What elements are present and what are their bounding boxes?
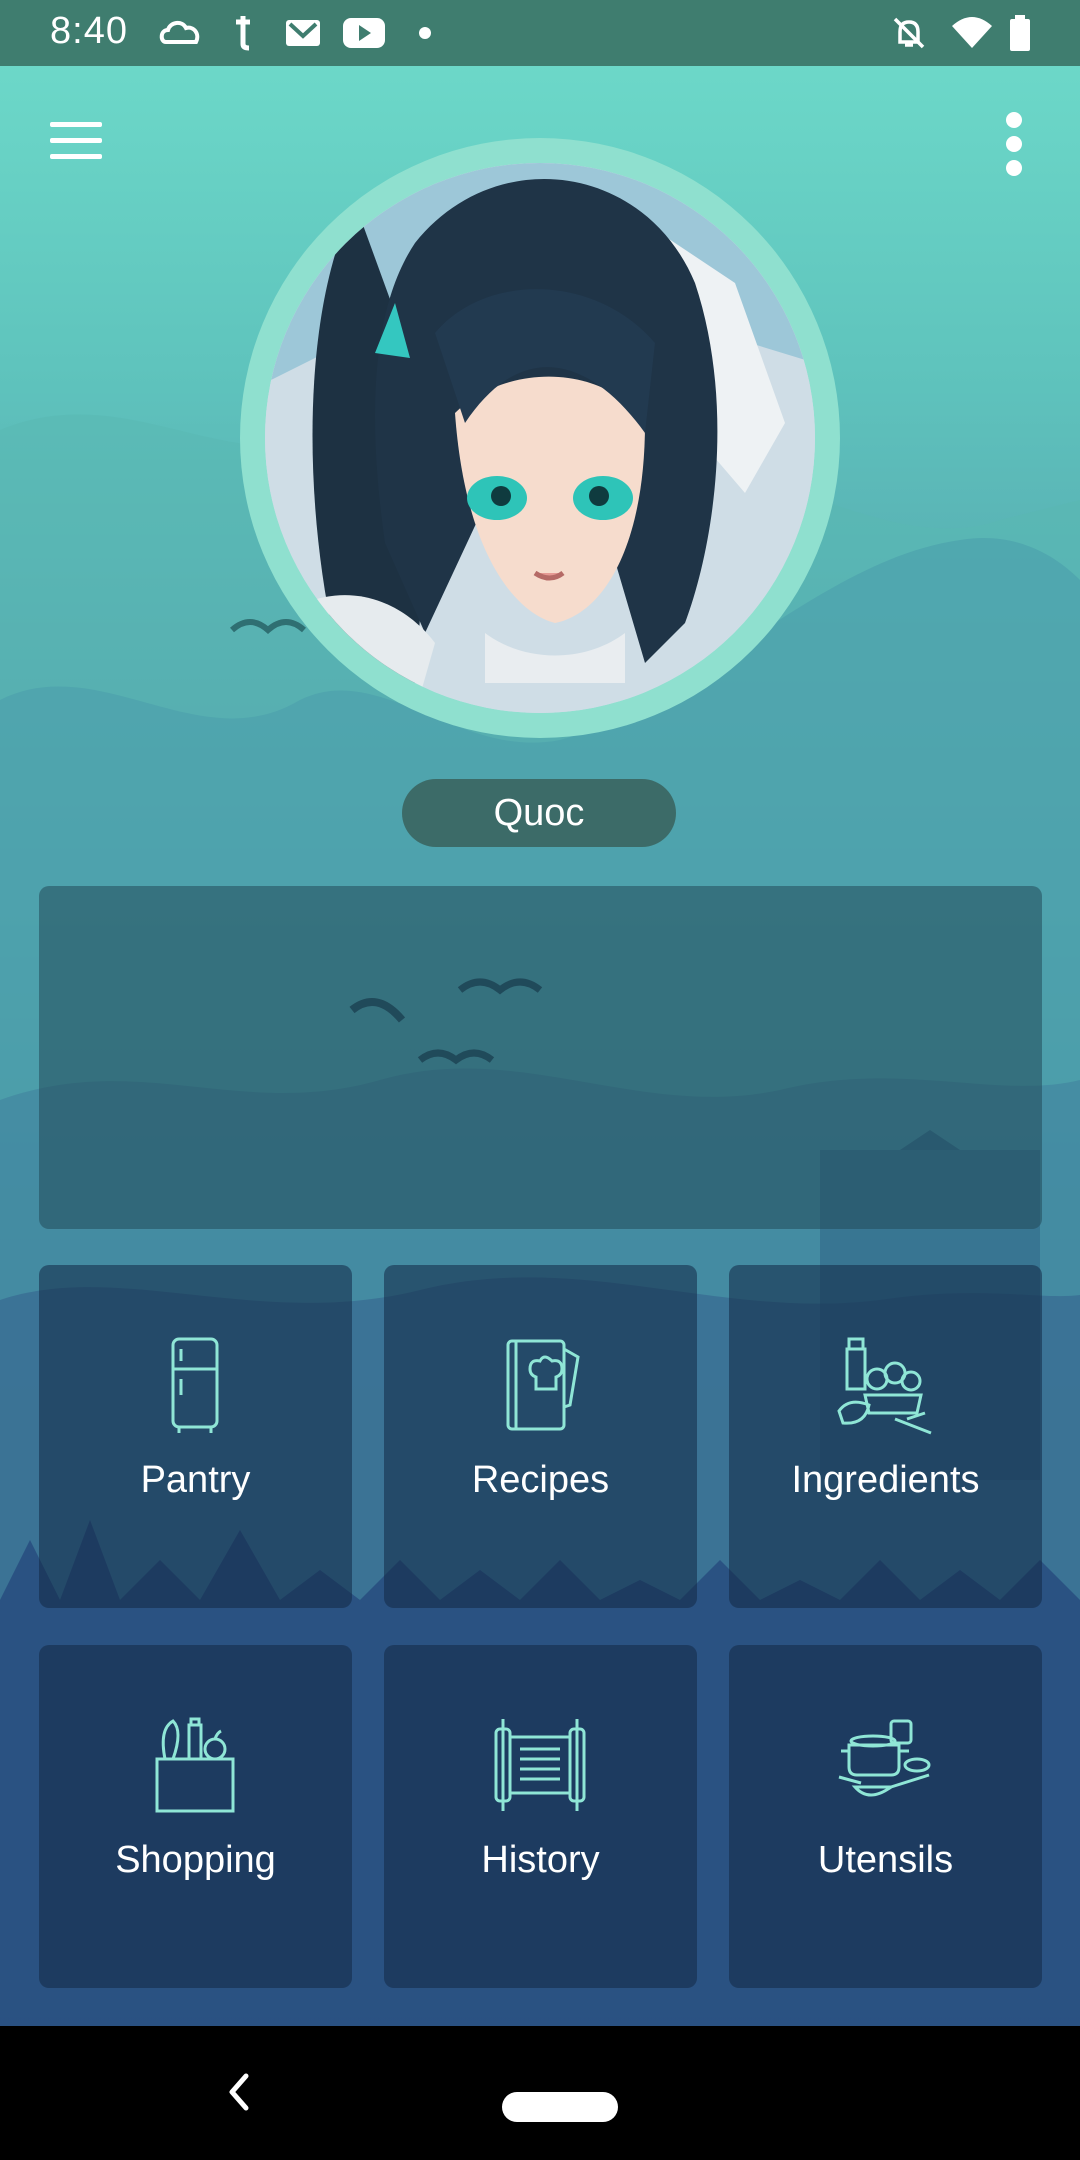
app-screen: 8:40 Quoc Pantry Recipes Ingredients Sho…: [0, 0, 1080, 2160]
tile-label: History: [481, 1839, 600, 1881]
anime-avatar-illustration: [265, 163, 815, 713]
status-time: 8:40: [50, 10, 128, 52]
more-vert-icon[interactable]: [1000, 110, 1028, 178]
tile-shopping[interactable]: Shopping: [39, 1645, 352, 1988]
tile-utensils[interactable]: Utensils: [729, 1645, 1042, 1988]
tile-recipes[interactable]: Recipes: [384, 1265, 697, 1608]
tile-history[interactable]: History: [384, 1645, 697, 1988]
system-nav-bar: [0, 2026, 1080, 2160]
avatar[interactable]: [265, 163, 815, 713]
status-bar: 8:40: [0, 0, 1080, 66]
wifi-icon: [952, 17, 992, 48]
tumblr-icon: [236, 16, 250, 51]
tile-pantry[interactable]: Pantry: [39, 1265, 352, 1608]
cookware-icon: [838, 1719, 931, 1797]
tile-ingredients[interactable]: Ingredients: [729, 1265, 1042, 1608]
tile-label: Pantry: [140, 1459, 251, 1501]
tile-label: Shopping: [115, 1839, 276, 1881]
scroll-icon: [494, 1719, 586, 1811]
bell-off-icon: [893, 17, 925, 49]
battery-icon: [1010, 15, 1030, 51]
youtube-icon: [343, 18, 385, 48]
tile-label: Utensils: [817, 1839, 954, 1881]
profile-name[interactable]: Quoc: [402, 779, 676, 847]
featured-banner[interactable]: [39, 886, 1042, 1229]
dot-icon: [419, 27, 431, 39]
grocery-bag-icon: [155, 1717, 235, 1813]
tile-label: Recipes: [471, 1459, 610, 1501]
fridge-icon: [171, 1337, 219, 1433]
ingredients-icon: [837, 1337, 932, 1435]
home-pill[interactable]: [502, 2092, 618, 2122]
hamburger-menu-icon[interactable]: [50, 120, 104, 162]
recipe-book-icon: [506, 1339, 580, 1431]
tile-label: Ingredients: [791, 1459, 980, 1501]
creative-cloud-icon: [159, 21, 200, 44]
back-icon[interactable]: [224, 2070, 254, 2114]
gmail-icon: [286, 20, 320, 46]
